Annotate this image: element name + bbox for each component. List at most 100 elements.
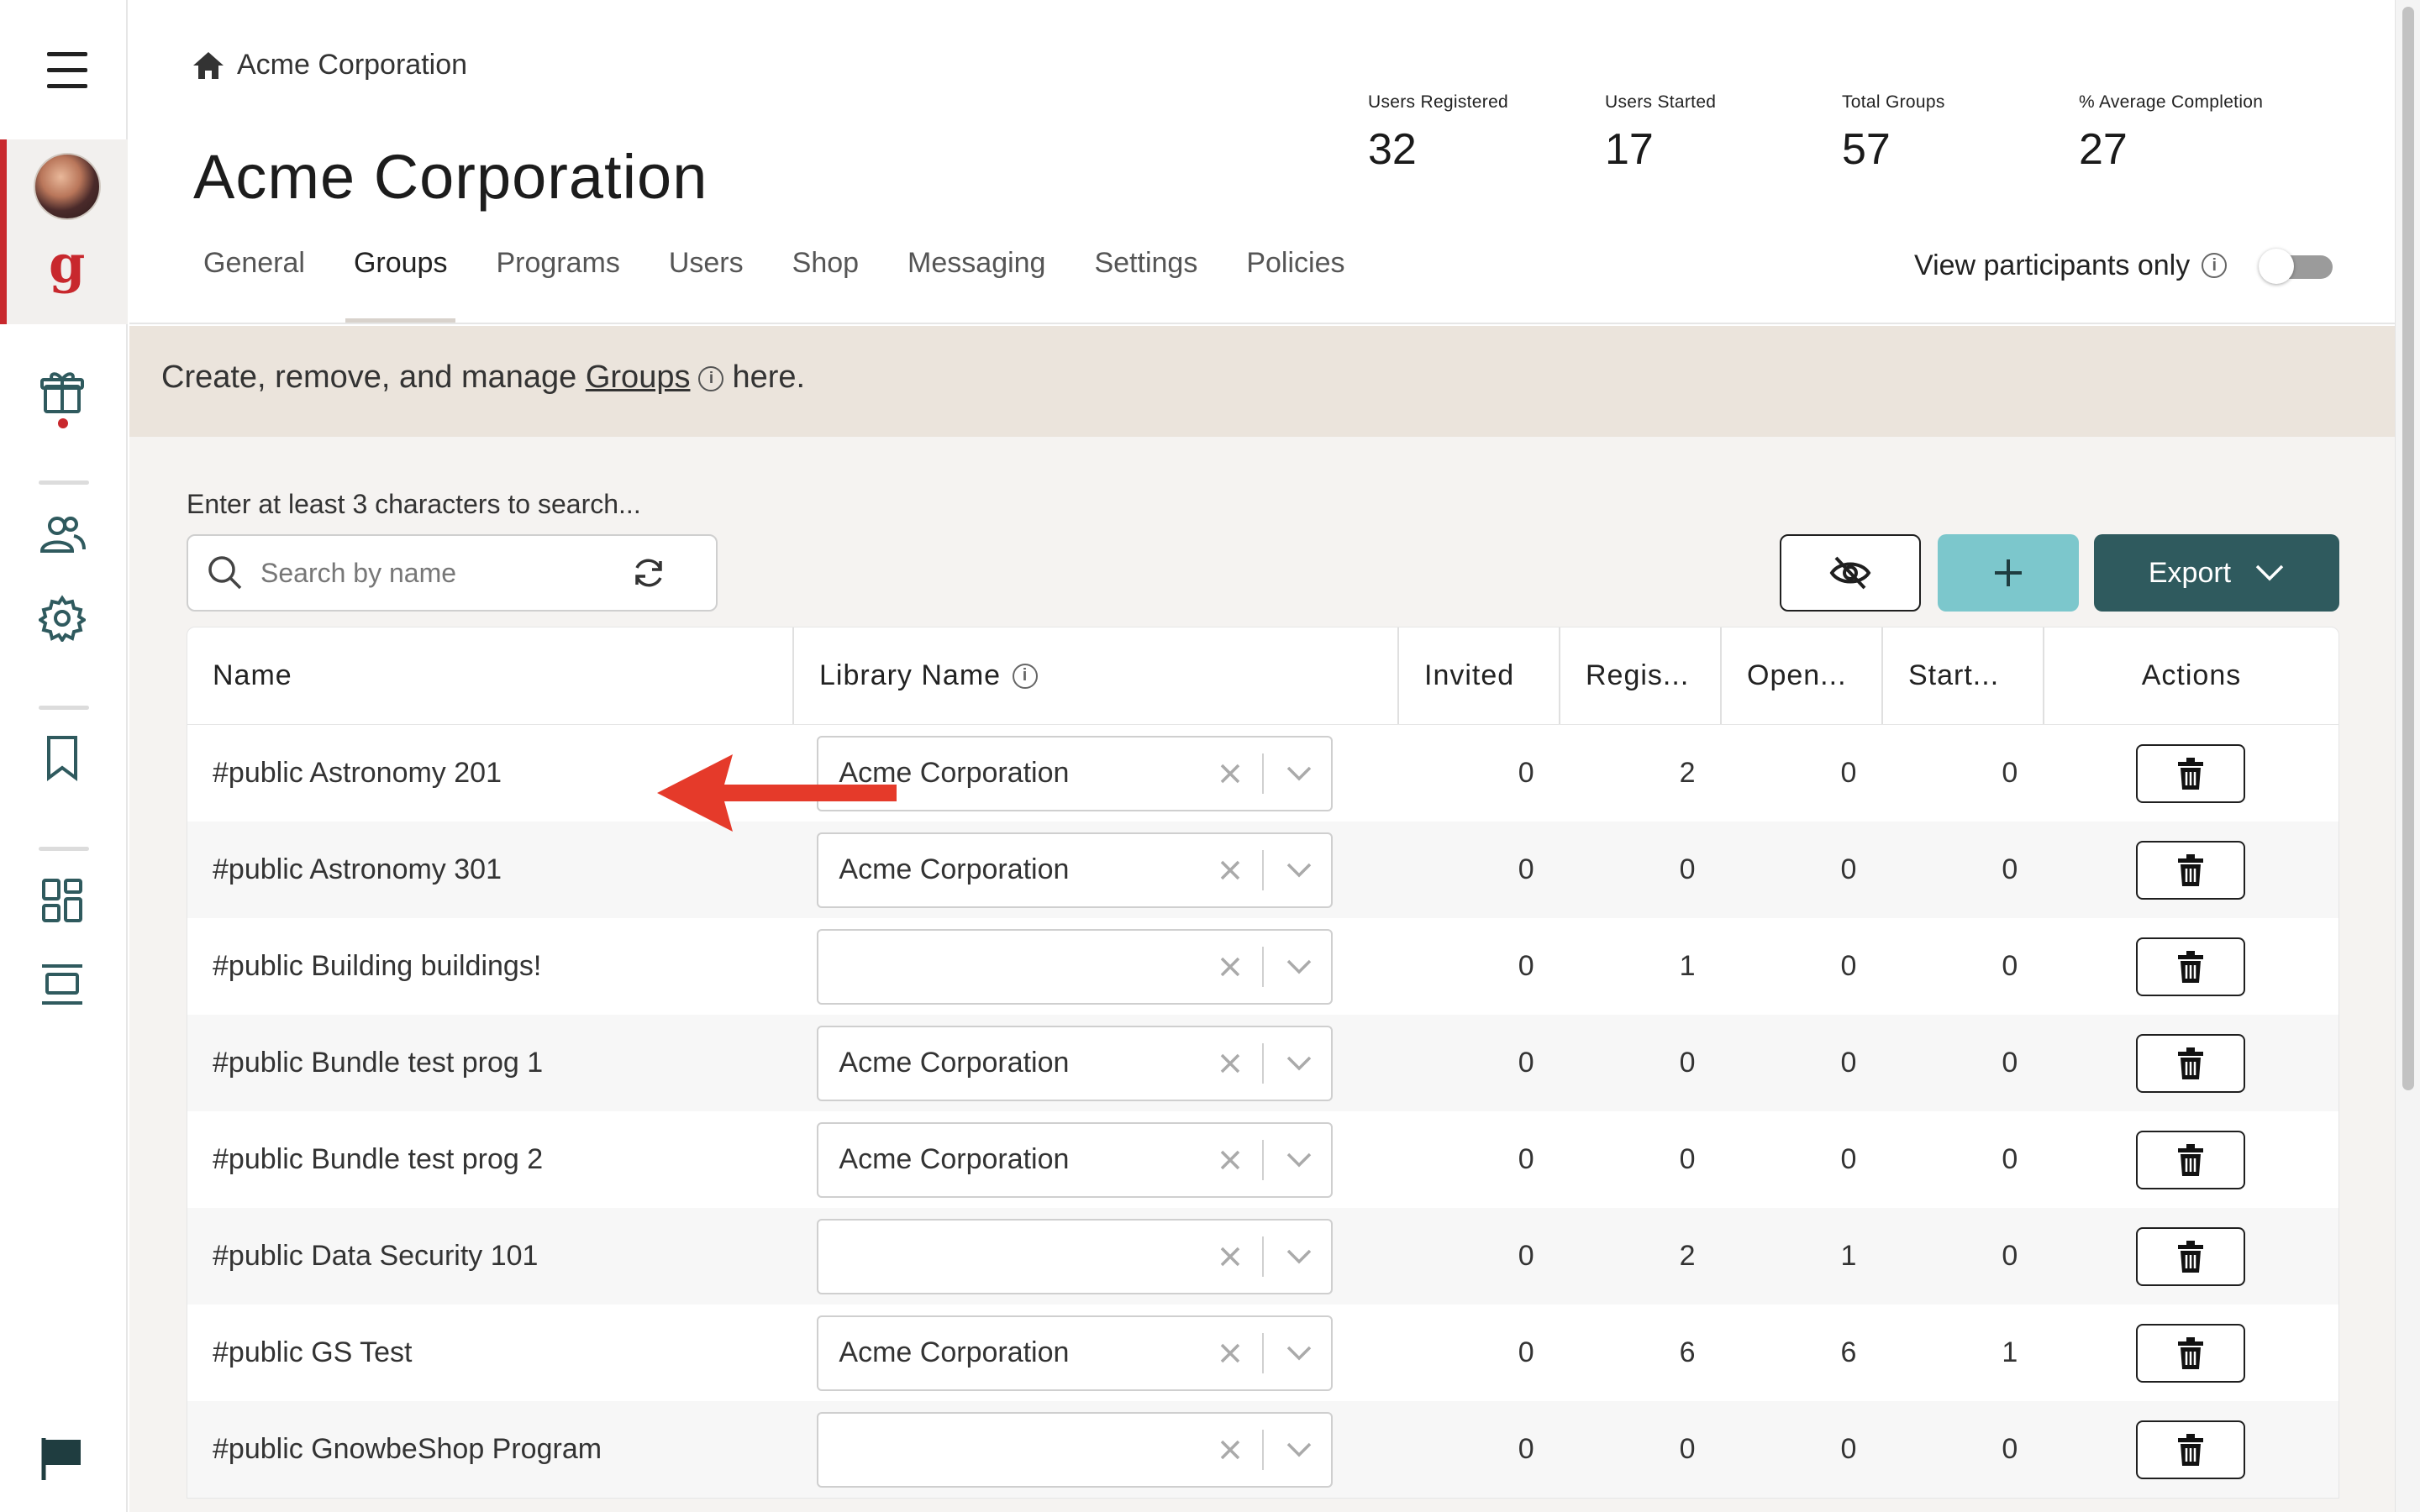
plus-icon bbox=[1995, 559, 2022, 586]
library-select[interactable]: Acme Corporation bbox=[817, 1025, 1334, 1101]
gear-icon[interactable] bbox=[37, 595, 87, 643]
column-header-opened[interactable]: Open... bbox=[1722, 627, 1883, 724]
chevron-down-icon[interactable] bbox=[1274, 1336, 1324, 1370]
actions-cell bbox=[2043, 840, 2338, 900]
chevron-down-icon[interactable] bbox=[1274, 853, 1324, 887]
clear-icon[interactable] bbox=[1213, 1336, 1247, 1370]
search-input[interactable] bbox=[260, 557, 630, 589]
group-name[interactable]: #public Astronomy 301 bbox=[187, 853, 793, 886]
gift-icon[interactable] bbox=[39, 368, 86, 415]
layout-icon[interactable] bbox=[39, 961, 86, 1008]
chevron-down-icon[interactable] bbox=[1274, 950, 1324, 984]
tab-users[interactable]: Users bbox=[660, 247, 752, 323]
avatar[interactable] bbox=[34, 153, 101, 220]
library-select[interactable] bbox=[817, 1218, 1334, 1294]
tab-messaging[interactable]: Messaging bbox=[899, 247, 1054, 323]
chevron-down-icon[interactable] bbox=[1274, 1240, 1324, 1273]
group-name[interactable]: #public Bundle test prog 1 bbox=[187, 1047, 793, 1079]
hamburger-menu-icon[interactable] bbox=[47, 52, 89, 89]
stat-value: 32 bbox=[1368, 125, 1417, 174]
group-name[interactable]: #public Bundle test prog 2 bbox=[187, 1143, 793, 1176]
stat-label: Total Groups bbox=[1842, 92, 1945, 112]
home-icon bbox=[193, 51, 224, 79]
tab-policies[interactable]: Policies bbox=[1238, 247, 1353, 323]
banner-suffix: here. bbox=[732, 360, 806, 395]
select-divider bbox=[1262, 1332, 1265, 1373]
delete-button[interactable] bbox=[2136, 1420, 2246, 1479]
brand-logo[interactable]: g bbox=[49, 239, 85, 291]
group-name[interactable]: #public GS Test bbox=[187, 1336, 793, 1369]
group-name[interactable]: #public GnowbeShop Program bbox=[187, 1433, 793, 1466]
groups-link[interactable]: Groups bbox=[586, 360, 691, 395]
library-cell: Acme Corporation bbox=[793, 1121, 1397, 1198]
group-name[interactable]: #public Data Security 101 bbox=[187, 1240, 793, 1273]
column-header-library[interactable]: Library Name i bbox=[794, 627, 1399, 724]
delete-button[interactable] bbox=[2136, 1226, 2246, 1286]
hide-toggle-button[interactable] bbox=[1780, 534, 1921, 612]
flag-icon[interactable] bbox=[39, 1435, 86, 1482]
search-box bbox=[187, 534, 718, 612]
invited-count: 0 bbox=[1518, 1143, 1534, 1175]
table-row: #public Astronomy 301 Acme Corporation 0… bbox=[187, 822, 2338, 918]
users-icon[interactable] bbox=[39, 511, 86, 558]
library-select[interactable] bbox=[817, 1411, 1334, 1488]
chevron-down-icon[interactable] bbox=[1274, 1143, 1324, 1177]
export-button[interactable]: Export bbox=[2094, 534, 2339, 612]
started-count: 0 bbox=[2002, 853, 2018, 885]
refresh-icon[interactable] bbox=[630, 554, 667, 591]
invited-count: 0 bbox=[1518, 757, 1534, 789]
opened-count: 0 bbox=[1840, 1047, 1857, 1079]
bookmark-icon[interactable] bbox=[39, 734, 86, 781]
library-select[interactable]: Acme Corporation bbox=[817, 1315, 1334, 1391]
actions-cell bbox=[2043, 743, 2338, 803]
chevron-down-icon[interactable] bbox=[1274, 1047, 1324, 1080]
tab-shop[interactable]: Shop bbox=[784, 247, 867, 323]
tab-settings[interactable]: Settings bbox=[1086, 247, 1206, 323]
chevron-down-icon[interactable] bbox=[1274, 757, 1324, 790]
clear-icon[interactable] bbox=[1213, 757, 1247, 790]
delete-button[interactable] bbox=[2136, 1323, 2246, 1383]
clear-icon[interactable] bbox=[1213, 1047, 1247, 1080]
column-header-invited[interactable]: Invited bbox=[1399, 627, 1560, 724]
library-select[interactable]: Acme Corporation bbox=[817, 1121, 1334, 1198]
info-icon[interactable]: i bbox=[698, 365, 724, 391]
tab-groups[interactable]: Groups bbox=[345, 247, 456, 323]
scrollbar-thumb[interactable] bbox=[2402, 7, 2414, 1090]
registered-count: 0 bbox=[1679, 853, 1696, 885]
actions-cell bbox=[2043, 1033, 2338, 1093]
registered-count: 1 bbox=[1679, 950, 1696, 982]
group-name[interactable]: #public Building buildings! bbox=[187, 950, 793, 983]
info-icon[interactable]: i bbox=[2202, 253, 2228, 278]
library-cell: Acme Corporation bbox=[793, 1315, 1397, 1391]
started-count: 1 bbox=[2002, 1336, 2018, 1368]
invited-count: 0 bbox=[1518, 950, 1534, 982]
column-header-registered[interactable]: Regis... bbox=[1560, 627, 1722, 724]
library-select[interactable]: Acme Corporation bbox=[817, 832, 1334, 908]
library-cell bbox=[793, 928, 1397, 1005]
clear-icon[interactable] bbox=[1213, 1433, 1247, 1467]
delete-button[interactable] bbox=[2136, 937, 2246, 996]
delete-button[interactable] bbox=[2136, 1130, 2246, 1189]
delete-button[interactable] bbox=[2136, 840, 2246, 900]
clear-icon[interactable] bbox=[1213, 950, 1247, 984]
select-divider bbox=[1262, 946, 1265, 987]
trash-icon bbox=[2178, 1047, 2204, 1079]
tab-general[interactable]: General bbox=[195, 247, 313, 323]
clear-icon[interactable] bbox=[1213, 853, 1247, 887]
dashboard-grid-icon[interactable] bbox=[39, 877, 86, 924]
library-select[interactable] bbox=[817, 928, 1334, 1005]
chevron-down-icon[interactable] bbox=[1274, 1433, 1324, 1467]
tab-programs[interactable]: Programs bbox=[487, 247, 628, 323]
clear-icon[interactable] bbox=[1213, 1143, 1247, 1177]
add-group-button[interactable] bbox=[1938, 534, 2079, 612]
view-participants-toggle[interactable] bbox=[2259, 249, 2334, 284]
search-icon bbox=[208, 556, 242, 590]
column-header-name[interactable]: Name bbox=[187, 627, 794, 724]
column-header-started[interactable]: Start... bbox=[1883, 627, 2044, 724]
delete-button[interactable] bbox=[2136, 1033, 2246, 1093]
breadcrumb[interactable]: Acme Corporation bbox=[192, 49, 467, 81]
delete-button[interactable] bbox=[2136, 743, 2246, 803]
clear-icon[interactable] bbox=[1213, 1240, 1247, 1273]
info-icon[interactable]: i bbox=[1013, 663, 1039, 689]
scrollbar[interactable] bbox=[2395, 0, 2420, 1512]
